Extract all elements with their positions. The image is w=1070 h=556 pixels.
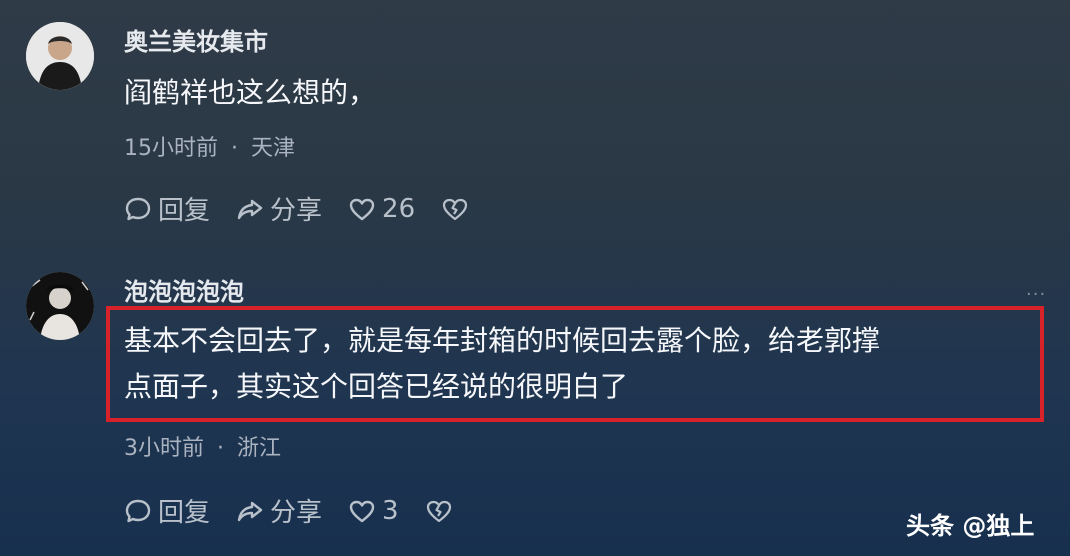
reply-button[interactable]: 回复	[124, 190, 210, 227]
comment-actions: 回复 分享 3	[124, 492, 485, 529]
share-label: 分享	[270, 498, 323, 528]
username[interactable]: 奥兰美妆集市	[124, 22, 268, 57]
dislike-button[interactable]	[441, 195, 475, 223]
location: 浙江	[237, 436, 282, 461]
like-count: 3	[382, 495, 399, 526]
comment-text: 基本不会回去了，就是每年封箱的时候回去露个脸，给老郭撑 点面子，其实这个回答已经…	[124, 318, 880, 410]
share-icon	[237, 199, 263, 219]
timestamp: 15小时前	[124, 136, 218, 161]
username[interactable]: 泡泡泡泡泡	[124, 272, 244, 307]
dislike-button[interactable]	[425, 497, 459, 525]
timestamp: 3小时前	[124, 436, 204, 461]
like-button[interactable]: 26	[348, 194, 415, 224]
avatar[interactable]	[26, 22, 94, 90]
broken-heart-icon	[443, 198, 468, 220]
reply-button[interactable]: 回复	[124, 492, 210, 529]
share-button[interactable]: 分享	[236, 190, 322, 227]
more-options-icon[interactable]: ···	[1026, 284, 1046, 305]
heart-icon	[349, 198, 375, 220]
comment-icon	[125, 197, 151, 220]
like-count: 26	[382, 193, 416, 224]
comment-actions: 回复 分享 26	[124, 190, 501, 227]
share-icon	[237, 501, 263, 521]
comment-text-line: 基本不会回去了，就是每年封箱的时候回去露个脸，给老郭撑	[124, 324, 881, 357]
avatar[interactable]	[26, 272, 94, 340]
comment-icon	[125, 499, 151, 522]
comment-meta: 15小时前 · 天津	[124, 130, 295, 162]
comment-meta: 3小时前 · 浙江	[124, 430, 281, 462]
watermark: 头条 @独上	[906, 512, 1035, 540]
location: 天津	[251, 136, 296, 161]
separator: ·	[231, 136, 238, 161]
like-button[interactable]: 3	[348, 496, 399, 526]
separator: ·	[217, 436, 224, 461]
reply-label: 回复	[158, 196, 211, 226]
broken-heart-icon	[426, 500, 451, 522]
share-label: 分享	[270, 196, 323, 226]
share-button[interactable]: 分享	[236, 492, 322, 529]
heart-icon	[349, 500, 375, 522]
comment-text-line: 点面子，其实这个回答已经说的很明白了	[124, 370, 629, 403]
comment-text: 阎鹤祥也这么想的，	[124, 76, 377, 109]
reply-label: 回复	[158, 498, 211, 528]
